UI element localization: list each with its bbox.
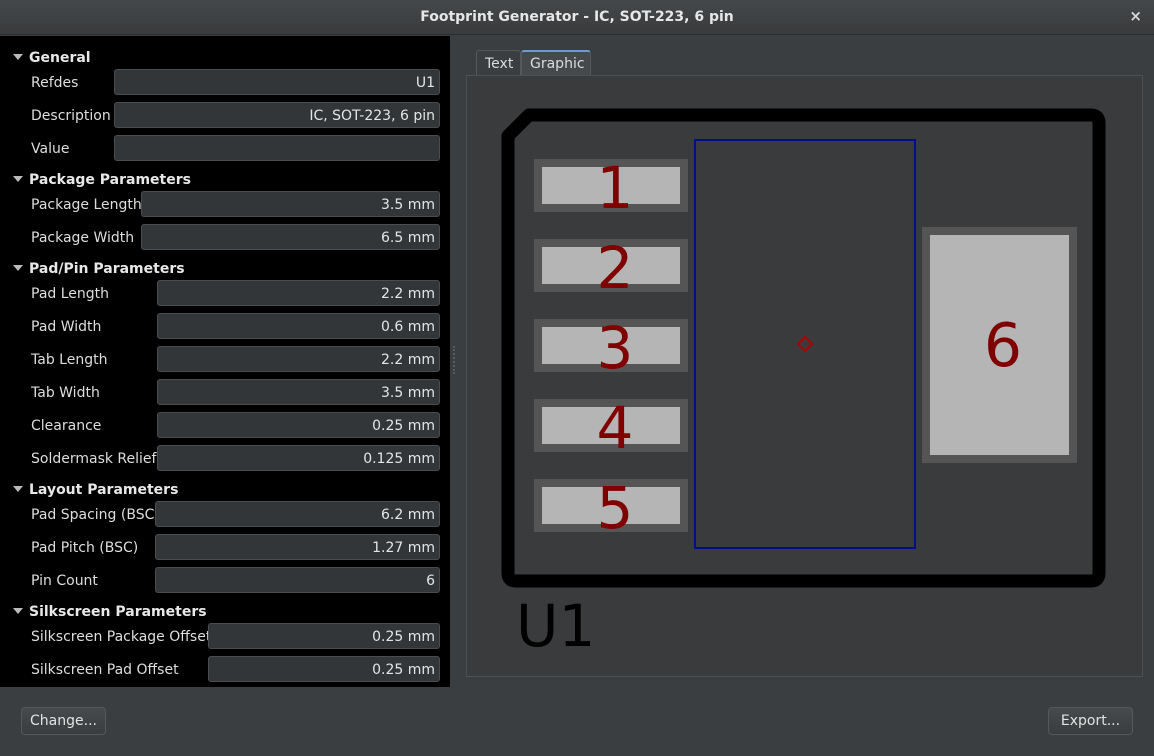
pad-width-label: Pad Width [31, 319, 102, 335]
section-package-parameters[interactable]: Package Parameters [0, 168, 450, 190]
row-silkscreen-package-offset: Silkscreen Package Offset 0.25 mm [0, 622, 450, 652]
row-tab-length: Tab Length 2.2 mm [0, 345, 450, 375]
clearance-field[interactable]: 0.25 mm [157, 412, 440, 438]
section-layout-parameters[interactable]: Layout Parameters [0, 478, 450, 500]
change-button[interactable]: Change... [21, 707, 106, 735]
pin-number: 3 [597, 314, 634, 382]
pad-spacing-field[interactable]: 6.2 mm [155, 501, 440, 527]
tab-length-field[interactable]: 2.2 mm [157, 346, 440, 372]
package-width-field[interactable]: 6.5 mm [141, 224, 440, 250]
row-pad-width: Pad Width 0.6 mm [0, 312, 450, 342]
section-label: Layout Parameters [29, 482, 179, 498]
pin-number: 1 [597, 154, 634, 222]
window-title: Footprint Generator - IC, SOT-223, 6 pin [420, 9, 734, 25]
tab-length-label: Tab Length [31, 352, 108, 368]
value-label: Value [31, 141, 70, 157]
section-label: Pad/Pin Parameters [29, 261, 185, 277]
expand-triangle-icon[interactable] [13, 176, 23, 182]
pad-pitch-label: Pad Pitch (BSC) [31, 540, 139, 556]
refdes-label: Refdes [31, 75, 79, 91]
row-pad-length: Pad Length 2.2 mm [0, 279, 450, 309]
soldermask-relief-field[interactable]: 0.125 mm [157, 445, 440, 471]
section-pad-pin-parameters[interactable]: Pad/Pin Parameters [0, 257, 450, 279]
section-label: Silkscreen Parameters [29, 604, 207, 620]
section-label: General [29, 50, 91, 66]
courtyard-outline [694, 139, 916, 549]
refdes-field[interactable]: U1 [114, 69, 440, 95]
value-field[interactable] [114, 135, 440, 161]
expand-triangle-icon[interactable] [13, 265, 23, 271]
tab-text[interactable]: Text [476, 50, 521, 76]
pad-pitch-field[interactable]: 1.27 mm [155, 534, 440, 560]
section-silkscreen-parameters[interactable]: Silkscreen Parameters [0, 600, 450, 622]
pin-number: 4 [597, 394, 634, 462]
description-field[interactable]: IC, SOT-223, 6 pin [114, 102, 440, 128]
footprint-preview: 1 2 3 4 5 6 U1 [466, 75, 1143, 677]
pin-number: 2 [597, 234, 634, 302]
tab-pin-number: 6 [984, 311, 1022, 381]
pad-length-field[interactable]: 2.2 mm [157, 280, 440, 306]
tab-graphic[interactable]: Graphic [521, 50, 591, 76]
silkscreen-package-offset-label: Silkscreen Package Offset [31, 629, 212, 645]
row-description: Description IC, SOT-223, 6 pin [0, 101, 450, 131]
window-titlebar: Footprint Generator - IC, SOT-223, 6 pin… [0, 0, 1154, 35]
export-button[interactable]: Export... [1048, 707, 1133, 735]
refdes-silkscreen: U1 [516, 592, 595, 660]
expand-triangle-icon[interactable] [13, 54, 23, 60]
row-clearance: Clearance 0.25 mm [0, 411, 450, 441]
row-value: Value [0, 134, 450, 164]
pin-count-field[interactable]: 6 [155, 567, 440, 593]
pad-width-field[interactable]: 0.6 mm [157, 313, 440, 339]
splitter-handle-icon[interactable] [453, 346, 457, 374]
row-pad-spacing: Pad Spacing (BSC) 6.2 mm [0, 500, 450, 530]
soldermask-relief-label: Soldermask Relief [31, 451, 157, 467]
silkscreen-pad-offset-field[interactable]: 0.25 mm [208, 656, 440, 682]
expand-triangle-icon[interactable] [13, 608, 23, 614]
pad-spacing-label: Pad Spacing (BSC) [31, 507, 160, 523]
silkscreen-pad-offset-label: Silkscreen Pad Offset [31, 662, 179, 678]
pad-group: 1 2 3 4 5 [534, 154, 688, 542]
panel-splitter[interactable] [450, 36, 466, 687]
package-width-label: Package Width [31, 230, 135, 246]
package-length-field[interactable]: 3.5 mm [141, 191, 440, 217]
silkscreen-package-offset-field[interactable]: 0.25 mm [208, 623, 440, 649]
parameter-panel: General Refdes U1 Description IC, SOT-22… [0, 36, 450, 687]
pad-length-label: Pad Length [31, 286, 110, 302]
description-label: Description [31, 108, 111, 124]
section-label: Package Parameters [29, 172, 191, 188]
section-general[interactable]: General [0, 46, 450, 68]
pin-number: 5 [597, 474, 634, 542]
close-icon[interactable]: × [1129, 7, 1142, 25]
row-silkscreen-pad-offset: Silkscreen Pad Offset 0.25 mm [0, 655, 450, 685]
origin-marker-icon [796, 335, 814, 353]
row-package-length: Package Length 3.5 mm [0, 190, 450, 220]
row-refdes: Refdes U1 [0, 68, 450, 98]
row-pin-count: Pin Count 6 [0, 566, 450, 596]
tab-width-label: Tab Width [31, 385, 100, 401]
row-package-width: Package Width 6.5 mm [0, 223, 450, 253]
clearance-label: Clearance [31, 418, 102, 434]
package-length-label: Package Length [31, 197, 142, 213]
row-pad-pitch: Pad Pitch (BSC) 1.27 mm [0, 533, 450, 563]
tab-width-field[interactable]: 3.5 mm [157, 379, 440, 405]
footprint-svg: 1 2 3 4 5 6 U1 [501, 108, 1106, 660]
row-soldermask-relief: Soldermask Relief 0.125 mm [0, 444, 450, 474]
row-tab-width: Tab Width 3.5 mm [0, 378, 450, 408]
pin-count-label: Pin Count [31, 573, 98, 589]
expand-triangle-icon[interactable] [13, 486, 23, 492]
